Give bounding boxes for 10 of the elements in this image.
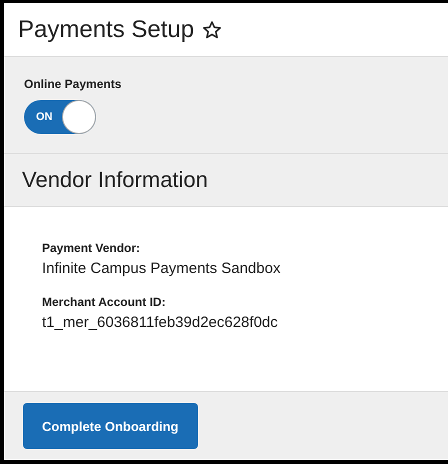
complete-onboarding-button[interactable]: Complete Onboarding: [23, 403, 198, 449]
star-icon[interactable]: [202, 20, 222, 40]
online-payments-toggle[interactable]: ON: [24, 100, 96, 134]
field-label: Merchant Account ID:: [42, 295, 167, 309]
field-label: Payment Vendor:: [42, 241, 142, 255]
field-value: t1_mer_6036811feb39d2ec628f0dc: [42, 314, 279, 331]
field-value: Infinite Campus Payments Sandbox: [42, 260, 282, 277]
toggle-label: Online Payments: [24, 77, 122, 91]
section-title: Vendor Information: [22, 167, 208, 193]
page-title: Payments Setup: [18, 16, 194, 44]
